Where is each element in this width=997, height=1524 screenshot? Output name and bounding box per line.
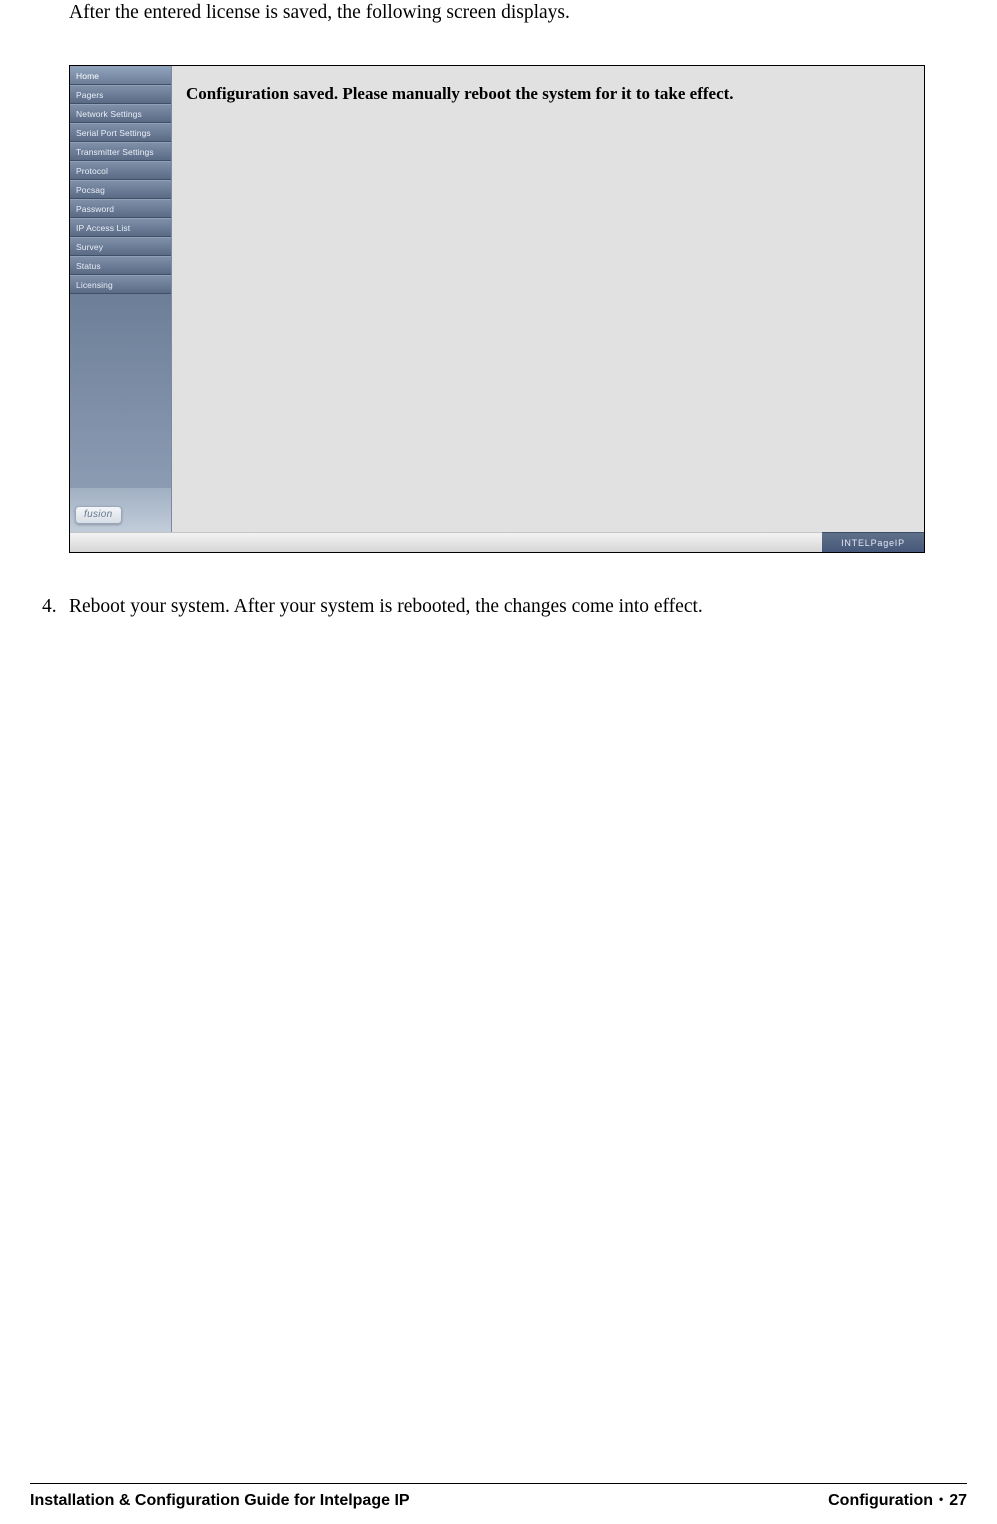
app-footer: INTELPageIP	[70, 532, 924, 552]
app-window: Home Pagers Network Settings Serial Port…	[70, 66, 924, 552]
config-saved-message: Configuration saved. Please manually reb…	[186, 84, 910, 104]
sidebar-item-label: Licensing	[76, 280, 113, 290]
sidebar-nav: Home Pagers Network Settings Serial Port…	[70, 66, 171, 294]
intro-paragraph: After the entered license is saved, the …	[69, 2, 570, 24]
step-text: Reboot your system. After your system is…	[69, 596, 937, 618]
sidebar-item-label: IP Access List	[76, 223, 130, 233]
sidebar-item-licensing[interactable]: Licensing	[70, 275, 171, 294]
sidebar-item-label: Pocsag	[76, 185, 105, 195]
sidebar-item-survey[interactable]: Survey	[70, 237, 171, 256]
sidebar-item-label: Status	[76, 261, 101, 271]
sidebar-item-serial-port-settings[interactable]: Serial Port Settings	[70, 123, 171, 142]
footer-page-number: 27	[949, 1492, 967, 1510]
footer-doc-title: Installation & Configuration Guide for I…	[30, 1492, 410, 1510]
step-number: 4.	[42, 596, 69, 618]
sidebar-item-label: Protocol	[76, 166, 108, 176]
sidebar-item-transmitter-settings[interactable]: Transmitter Settings	[70, 142, 171, 161]
sidebar-item-password[interactable]: Password	[70, 199, 171, 218]
embedded-screenshot: Home Pagers Network Settings Serial Port…	[69, 65, 925, 553]
sidebar: Home Pagers Network Settings Serial Port…	[70, 66, 172, 532]
numbered-step: 4. Reboot your system. After your system…	[42, 596, 937, 618]
sidebar-item-label: Network Settings	[76, 109, 142, 119]
footer-rule	[30, 1483, 967, 1484]
sidebar-item-label: Serial Port Settings	[76, 128, 151, 138]
sidebar-item-label: Home	[76, 71, 99, 81]
app-body: Home Pagers Network Settings Serial Port…	[70, 66, 924, 532]
sidebar-item-label: Password	[76, 204, 114, 214]
sidebar-spacer	[70, 294, 171, 488]
sidebar-item-status[interactable]: Status	[70, 256, 171, 275]
sidebar-item-label: Survey	[76, 242, 103, 252]
app-footer-spacer	[70, 532, 822, 552]
footer-page-info: Configuration • 27	[828, 1492, 967, 1510]
sidebar-brand-area: fusion	[70, 488, 171, 532]
footer-section: Configuration	[828, 1492, 933, 1510]
sidebar-item-home[interactable]: Home	[70, 66, 171, 85]
sidebar-item-pocsag[interactable]: Pocsag	[70, 180, 171, 199]
sidebar-item-ip-access-list[interactable]: IP Access List	[70, 218, 171, 237]
page-footer: Installation & Configuration Guide for I…	[30, 1492, 967, 1510]
footer-separator: •	[939, 1492, 943, 1506]
sidebar-item-protocol[interactable]: Protocol	[70, 161, 171, 180]
content-area: Configuration saved. Please manually reb…	[172, 66, 924, 532]
brand-logo: fusion	[75, 506, 122, 524]
sidebar-item-network-settings[interactable]: Network Settings	[70, 104, 171, 123]
sidebar-item-label: Pagers	[76, 90, 104, 100]
sidebar-item-pagers[interactable]: Pagers	[70, 85, 171, 104]
sidebar-item-label: Transmitter Settings	[76, 147, 154, 157]
app-footer-brand: INTELPageIP	[822, 532, 924, 552]
document-page: After the entered license is saved, the …	[0, 0, 997, 1524]
